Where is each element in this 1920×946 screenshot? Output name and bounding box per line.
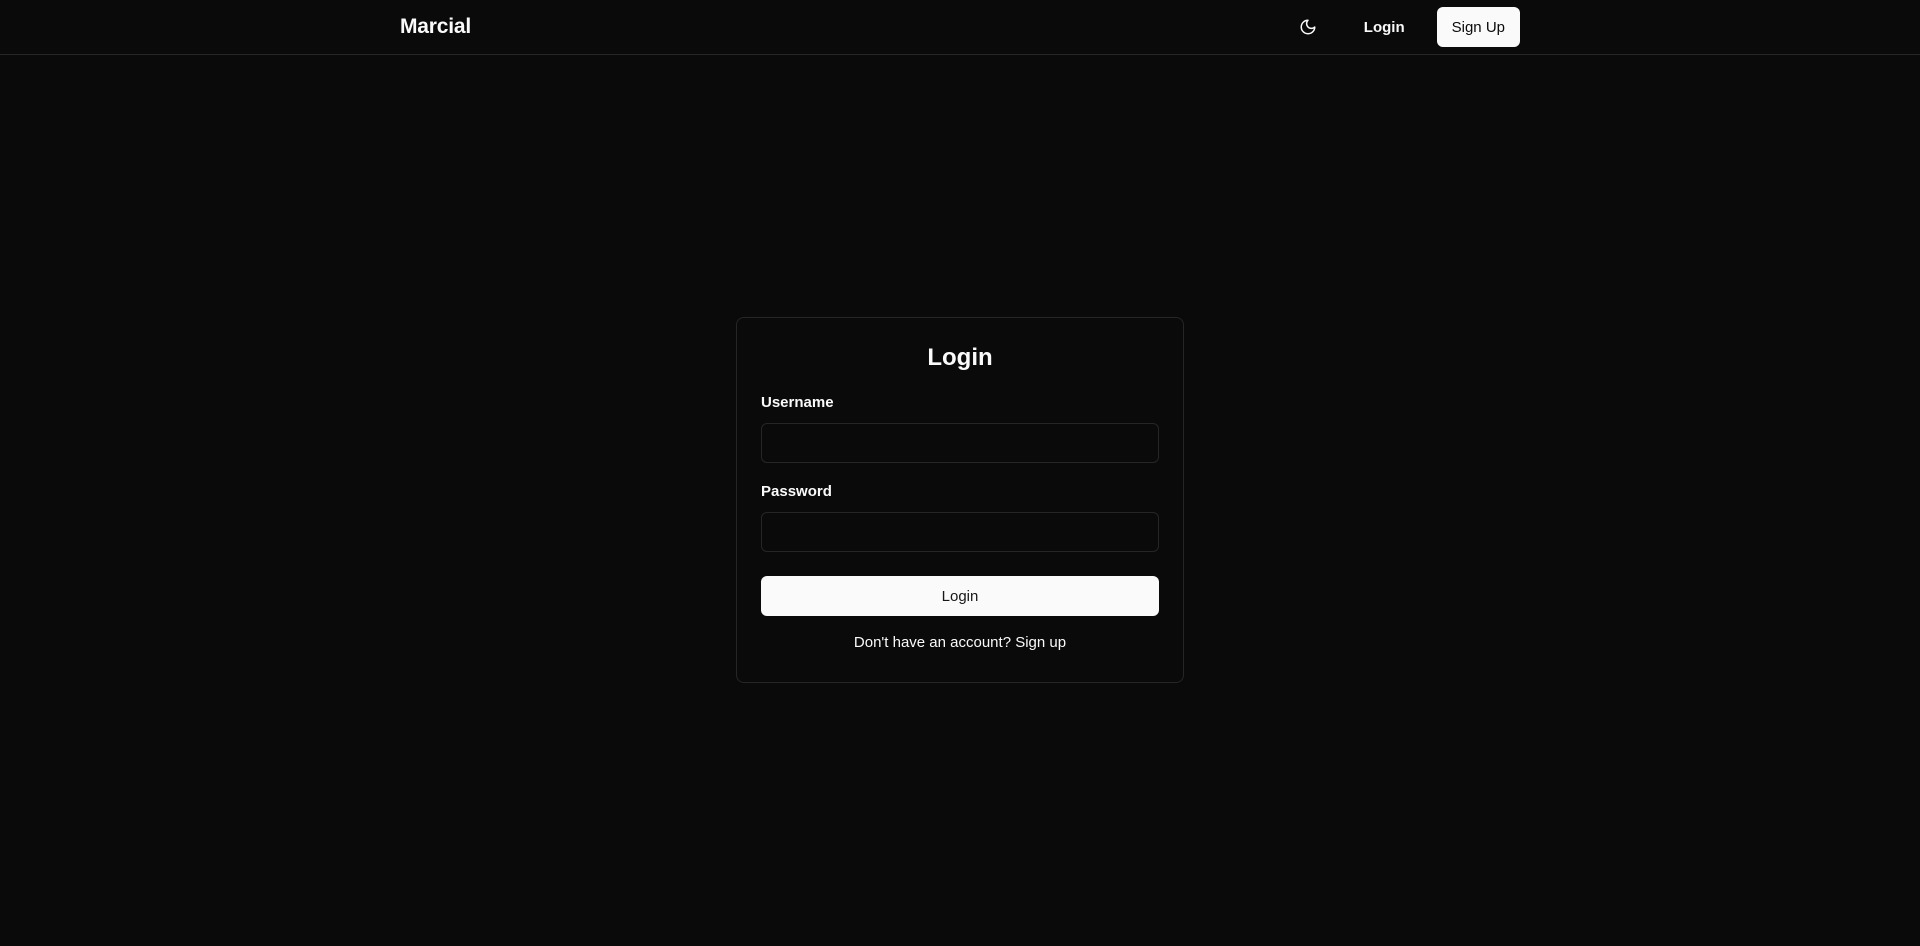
- password-label: Password: [761, 483, 832, 500]
- signup-prompt-text: Don't have an account?: [853, 634, 1012, 651]
- signup-link[interactable]: Sign up: [1015, 634, 1066, 651]
- login-title: Login: [927, 344, 993, 371]
- navbar-actions: Login Sign Up: [1290, 0, 1520, 54]
- login-card: Login Username Password Login Don't have…: [736, 317, 1184, 683]
- password-input[interactable]: [761, 512, 1159, 552]
- signup-prompt-line: Don't have an account? Sign up: [761, 634, 1159, 651]
- top-navbar: Marcial Login Sign Up: [0, 0, 1920, 55]
- username-label: Username: [761, 394, 834, 411]
- navbar-container: Marcial Login Sign Up: [400, 0, 1520, 54]
- brand-logo-text[interactable]: Marcial: [400, 15, 471, 39]
- theme-toggle-button[interactable]: [1290, 9, 1326, 45]
- username-input[interactable]: [761, 423, 1159, 463]
- nav-signup-button[interactable]: Sign Up: [1436, 7, 1520, 47]
- moon-icon: [1300, 19, 1316, 35]
- login-submit-button[interactable]: Login: [761, 576, 1159, 616]
- nav-login-button[interactable]: Login: [1348, 7, 1421, 47]
